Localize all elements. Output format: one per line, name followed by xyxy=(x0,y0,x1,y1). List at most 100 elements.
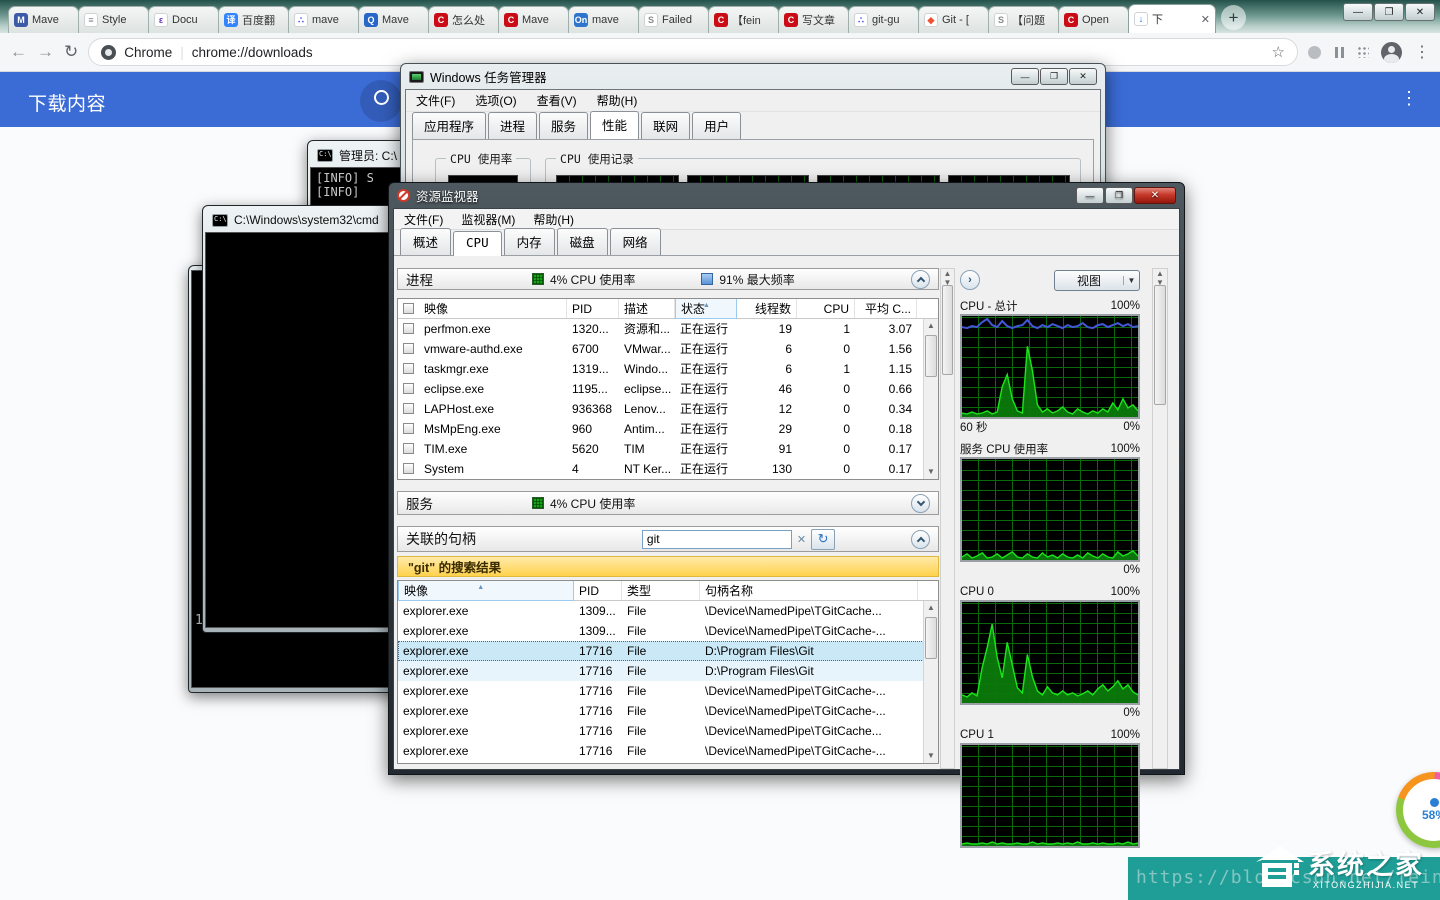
reload-button[interactable]: ↻ xyxy=(64,42,78,62)
tab[interactable]: 进程 xyxy=(488,112,537,139)
handles-section-header[interactable]: 关联的句柄 ✕ ↻ xyxy=(397,526,939,552)
tab[interactable]: 联网 xyxy=(641,112,690,139)
scroll-up-arrow[interactable]: ▲ xyxy=(924,319,938,333)
row-checkbox[interactable] xyxy=(403,363,414,374)
table-row[interactable]: explorer.exe1309...File\Device\NamedPipe… xyxy=(398,601,938,621)
resource-monitor-window[interactable]: 资源监视器 — ❐ ✕ 文件(F)监视器(M)帮助(H) 概述CPU内存磁盘网络… xyxy=(388,182,1185,775)
scroll-up-arrow[interactable]: ▲ xyxy=(924,601,938,615)
table-row[interactable]: explorer.exe17716File\Device\NamedPipe\T… xyxy=(398,721,938,741)
column-header[interactable]: 句柄名称 xyxy=(700,581,918,600)
browser-tab[interactable]: ∴git-gu xyxy=(848,6,919,33)
process-section-header[interactable]: 进程 4% CPU 使用率 91% 最大频率 xyxy=(397,268,939,290)
scroll-thumb[interactable] xyxy=(1154,285,1166,405)
scroll-up-arrow[interactable]: ▲ xyxy=(1153,269,1167,278)
handle-search-input[interactable] xyxy=(642,530,792,549)
back-button[interactable]: ← xyxy=(10,42,27,62)
extension-pause-icon[interactable] xyxy=(1333,46,1345,58)
new-tab-button[interactable]: + xyxy=(1221,5,1246,30)
tab[interactable]: CPU xyxy=(453,231,502,256)
refresh-search-button[interactable]: ↻ xyxy=(811,529,835,550)
browser-tab[interactable]: C怎么处 xyxy=(428,6,499,33)
tab[interactable]: 应用程序 xyxy=(412,112,486,139)
menu-item[interactable]: 监视器(M) xyxy=(461,211,515,228)
column-header[interactable]: 状态▲ xyxy=(675,298,737,319)
bookmark-star-icon[interactable]: ☆ xyxy=(1272,43,1285,61)
browser-menu-icon[interactable]: ⋮ xyxy=(1414,42,1430,62)
maximize-button[interactable]: ❐ xyxy=(1040,68,1068,85)
table-scrollbar[interactable]: ▲▼ xyxy=(923,601,938,763)
table-row[interactable]: explorer.exe17716File\Device\NamedPipe\T… xyxy=(398,741,938,761)
menu-item[interactable]: 选项(O) xyxy=(475,92,516,109)
browser-tab[interactable]: MMave xyxy=(8,6,79,33)
column-header[interactable]: CPU xyxy=(797,299,855,318)
row-checkbox[interactable] xyxy=(403,383,414,394)
tab-close-icon[interactable]: ✕ xyxy=(1201,13,1210,26)
minimize-button[interactable]: — xyxy=(1076,187,1104,204)
scroll-thumb[interactable] xyxy=(942,285,953,375)
browser-tab[interactable]: CMave xyxy=(498,6,569,33)
row-checkbox[interactable] xyxy=(403,443,414,454)
browser-tab[interactable]: SFailed xyxy=(638,6,709,33)
table-row[interactable]: taskmgr.exe1319...Windo...正在运行611.15 xyxy=(398,359,938,379)
extension-grid-icon[interactable] xyxy=(1357,46,1369,58)
row-checkbox[interactable] xyxy=(403,343,414,354)
menu-item[interactable]: 帮助(H) xyxy=(597,92,638,109)
browser-tab[interactable]: S【问题 xyxy=(988,6,1059,33)
table-row[interactable]: TIM.exe5620TIM正在运行9100.17 xyxy=(398,439,938,459)
address-bar[interactable]: Chrome | chrome://downloads ☆ xyxy=(88,38,1298,66)
column-header[interactable]: 线程数 xyxy=(737,299,797,318)
table-row[interactable]: explorer.exe17716FileD:\Program Files\Gi… xyxy=(398,661,938,681)
table-row[interactable]: explorer.exe1309...File\Device\NamedPipe… xyxy=(398,621,938,641)
table-row[interactable]: System4NT Ker...正在运行13000.17 xyxy=(398,459,938,479)
browser-tab[interactable]: C【fein xyxy=(708,6,779,33)
table-row[interactable]: explorer.exe17716File\Device\NamedPipe\T… xyxy=(398,701,938,721)
table-row[interactable]: perfmon.exe1320...资源和...正在运行1913.07 xyxy=(398,319,938,339)
forward-button[interactable]: → xyxy=(37,42,54,62)
row-checkbox[interactable] xyxy=(403,463,414,474)
row-checkbox[interactable] xyxy=(403,403,414,414)
scroll-thumb[interactable] xyxy=(925,617,937,659)
tab[interactable]: 用户 xyxy=(692,112,741,139)
table-row[interactable]: vmware-authd.exe6700VMwar...正在运行601.56 xyxy=(398,339,938,359)
view-dropdown-button[interactable]: 视图 ▼ xyxy=(1054,270,1140,291)
column-header[interactable]: 类型 xyxy=(622,581,700,600)
minimize-button[interactable]: — xyxy=(1343,3,1373,21)
column-header[interactable]: 映像 xyxy=(419,299,567,318)
table-row[interactable]: MsMpEng.exe960Antim...正在运行2900.18 xyxy=(398,419,938,439)
task-manager-titlebar[interactable]: Windows 任务管理器 — ❐ ✕ xyxy=(405,64,1101,89)
browser-tab[interactable]: ∴mave xyxy=(288,6,359,33)
resource-monitor-titlebar[interactable]: 资源监视器 — ❐ ✕ xyxy=(393,183,1180,208)
column-header[interactable]: PID xyxy=(567,299,619,318)
tab[interactable]: 网络 xyxy=(610,228,661,255)
row-checkbox[interactable] xyxy=(403,323,414,334)
browser-tab[interactable]: C写文章 xyxy=(778,6,849,33)
tab[interactable]: 磁盘 xyxy=(557,228,608,255)
downloads-menu-icon[interactable]: ⋮ xyxy=(1400,88,1418,109)
close-button[interactable]: ✕ xyxy=(1405,3,1435,21)
services-section-header[interactable]: 服务 4% CPU 使用率 xyxy=(397,491,939,515)
browser-tab[interactable]: 译百度翻 xyxy=(218,6,289,33)
tab[interactable]: 服务 xyxy=(539,112,588,139)
minimize-button[interactable]: — xyxy=(1011,68,1039,85)
panel-scrollbar[interactable]: ▲ ▼ xyxy=(1152,268,1168,769)
profile-avatar[interactable] xyxy=(1381,42,1402,63)
table-scrollbar[interactable]: ▲▼ xyxy=(923,319,938,479)
table-row[interactable]: explorer.exe17716File\Device\NamedPipe\T… xyxy=(398,681,938,701)
collapse-button[interactable] xyxy=(911,270,930,289)
close-button[interactable]: ✕ xyxy=(1069,68,1097,85)
close-button[interactable]: ✕ xyxy=(1134,187,1176,204)
menu-item[interactable]: 文件(F) xyxy=(404,211,443,228)
browser-tab-active[interactable]: ↓下✕ xyxy=(1128,4,1216,33)
expand-button[interactable] xyxy=(911,494,930,513)
scroll-down-arrow[interactable]: ▼ xyxy=(924,465,938,479)
table-row[interactable]: eclipse.exe1195...eclipse...正在运行4600.66 xyxy=(398,379,938,399)
maximize-button[interactable]: ❐ xyxy=(1105,187,1133,204)
scroll-down-arrow[interactable]: ▼ xyxy=(924,749,938,763)
browser-tab[interactable]: ≡Style xyxy=(78,6,149,33)
clear-search-icon[interactable]: ✕ xyxy=(794,533,809,546)
menu-item[interactable]: 文件(F) xyxy=(416,92,455,109)
browser-tab[interactable]: Onmave xyxy=(568,6,639,33)
browser-tab[interactable]: COpen xyxy=(1058,6,1129,33)
scroll-thumb[interactable] xyxy=(925,335,937,377)
tab[interactable]: 内存 xyxy=(504,228,555,255)
